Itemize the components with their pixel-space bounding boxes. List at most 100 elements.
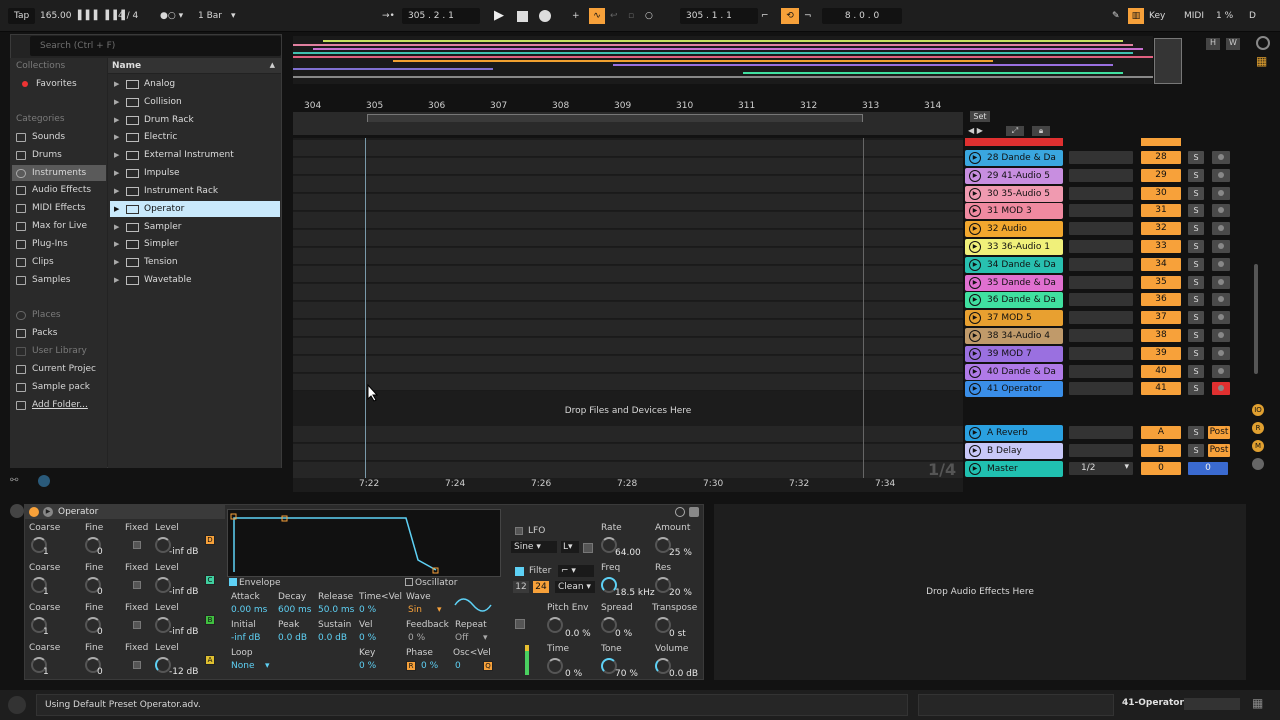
fixed-toggle[interactable] bbox=[133, 621, 141, 629]
list-item[interactable]: ▶ Analog bbox=[110, 76, 280, 92]
sustain-value[interactable]: 0.0 dB bbox=[318, 633, 347, 643]
arm-button[interactable] bbox=[1212, 222, 1230, 236]
beat-ruler[interactable]: 304 305 306 307 308 309 310 311 312 313 314 bbox=[293, 98, 963, 112]
quantize-dropdown[interactable]: 1 Bar bbox=[198, 8, 222, 24]
track-number[interactable]: 38 bbox=[1141, 329, 1181, 342]
track-activator-icon[interactable]: ▶ bbox=[969, 427, 981, 439]
list-item[interactable]: ▶ Sampler bbox=[110, 219, 280, 235]
wave-dropdown[interactable]: Sin bbox=[408, 605, 422, 615]
keyboard-icon[interactable]: ▥ bbox=[1128, 8, 1144, 24]
feedback-value[interactable]: 0 % bbox=[408, 633, 425, 643]
add-folder-link[interactable]: Add Folder... bbox=[16, 397, 106, 413]
level-value[interactable]: -inf dB bbox=[169, 627, 198, 637]
track-header[interactable]: ▶ 32 Audio bbox=[965, 221, 1063, 238]
track-activator-icon[interactable]: ▶ bbox=[969, 294, 981, 307]
sidebar-item-plug-ins[interactable]: Plug-Ins bbox=[16, 236, 106, 252]
track-number[interactable]: 33 bbox=[1141, 240, 1181, 253]
solo-button[interactable]: S bbox=[1188, 151, 1204, 164]
oscillator-select-button[interactable]: C bbox=[205, 575, 215, 585]
arm-button[interactable] bbox=[1212, 364, 1230, 378]
delay-toggle-icon[interactable] bbox=[1252, 458, 1264, 470]
track-number[interactable]: 34 bbox=[1141, 257, 1181, 271]
track-activator-icon[interactable]: ▶ bbox=[969, 258, 981, 271]
master-volume-field[interactable]: 0 bbox=[1141, 462, 1181, 475]
time-signature-field[interactable]: 4 / 4 bbox=[118, 8, 138, 24]
track-number[interactable]: 39 bbox=[1141, 346, 1181, 360]
oscillator-select-button[interactable]: A bbox=[205, 655, 215, 665]
play-icon[interactable]: ▶ bbox=[494, 8, 504, 24]
track-activator-icon[interactable]: ▶ bbox=[969, 312, 981, 325]
spread-value[interactable]: 0 % bbox=[615, 629, 632, 639]
track-activator-icon[interactable]: ▶ bbox=[969, 205, 981, 218]
mini-overview[interactable] bbox=[1184, 698, 1240, 710]
h-button[interactable]: H bbox=[1206, 38, 1220, 50]
repeat-chevron-icon[interactable]: ▾ bbox=[483, 633, 488, 643]
solo-button[interactable]: S bbox=[1188, 426, 1204, 439]
automation-arm-icon[interactable]: ∿ bbox=[589, 8, 605, 24]
w-button[interactable]: W bbox=[1226, 38, 1240, 50]
punch-out-icon[interactable]: ¬ bbox=[804, 8, 812, 24]
track-activator-icon[interactable]: ▶ bbox=[969, 223, 981, 236]
solo-button[interactable]: S bbox=[1188, 444, 1204, 457]
track-activator-icon[interactable]: ▶ bbox=[969, 276, 981, 289]
envelope-tab-icon[interactable] bbox=[229, 578, 237, 586]
key-value[interactable]: 0 % bbox=[359, 661, 376, 671]
track-header[interactable]: ▶ 38 34-Audio 4 bbox=[965, 328, 1063, 344]
filter-12db-button[interactable]: 12 bbox=[513, 581, 529, 593]
track-header[interactable]: ▶ 36 Dande & Da bbox=[965, 292, 1063, 309]
lock-icon[interactable]: 🔒︎ bbox=[1032, 126, 1050, 136]
link-icon[interactable]: ⚯ bbox=[10, 475, 28, 489]
phase-value[interactable]: 0 % bbox=[421, 661, 438, 671]
arm-button[interactable] bbox=[1212, 168, 1230, 182]
drop-audio-effects-area[interactable]: Drop Audio Effects Here bbox=[714, 504, 1246, 680]
rate-value[interactable]: 64.00 bbox=[615, 548, 641, 558]
solo-button[interactable]: S bbox=[1188, 329, 1204, 342]
pitch-env-value[interactable]: 0.0 % bbox=[565, 629, 591, 639]
track-number[interactable]: 37 bbox=[1141, 311, 1181, 325]
fixed-toggle[interactable] bbox=[133, 541, 141, 549]
envelope-tab[interactable]: Envelope bbox=[239, 578, 281, 588]
wave-chevron-icon[interactable]: ▾ bbox=[437, 605, 442, 615]
list-item[interactable]: ▶ Impulse bbox=[110, 165, 280, 181]
sidebar-item-sample-pack[interactable]: Sample pack bbox=[16, 379, 106, 395]
solo-button[interactable]: S bbox=[1188, 382, 1204, 396]
track-number[interactable]: 40 bbox=[1141, 364, 1181, 378]
list-item[interactable]: ▶ Tension bbox=[110, 254, 280, 270]
track-header[interactable]: ▶ 41 Operator bbox=[965, 381, 1063, 398]
device-hotswap-icon[interactable] bbox=[675, 507, 685, 517]
track-header[interactable]: ▶ 37 MOD 5 bbox=[965, 310, 1063, 327]
solo-button[interactable]: S bbox=[1188, 275, 1204, 289]
track-activator-icon[interactable]: ▶ bbox=[969, 347, 981, 360]
device-activator-icon[interactable] bbox=[29, 507, 39, 517]
master-pan-field[interactable]: 0 bbox=[1188, 462, 1228, 475]
midi-map-button[interactable]: MIDI bbox=[1184, 8, 1204, 24]
list-item[interactable]: ▶ Simpler bbox=[110, 236, 280, 252]
solo-button[interactable]: S bbox=[1188, 222, 1204, 236]
track-number[interactable]: 41 bbox=[1141, 382, 1181, 396]
arm-button[interactable] bbox=[1212, 346, 1230, 360]
solo-button[interactable]: S bbox=[1188, 204, 1204, 218]
retrigger-button[interactable]: R bbox=[406, 661, 416, 671]
device-fold-icon[interactable] bbox=[10, 504, 24, 518]
track-number[interactable]: 30 bbox=[1141, 186, 1181, 200]
time-vel-value[interactable]: 0 % bbox=[359, 605, 376, 615]
sidebar-item-drums[interactable]: Drums bbox=[16, 147, 106, 163]
lfo-range-dropdown[interactable]: L▾ bbox=[561, 541, 579, 553]
oscillator-tab[interactable]: Oscillator bbox=[415, 578, 457, 588]
level-value[interactable]: -inf dB bbox=[169, 547, 198, 557]
track-activator-icon[interactable]: ▶ bbox=[969, 463, 981, 475]
metronome-icon[interactable]: ●○ ▾ bbox=[160, 8, 183, 24]
loop-mode-dropdown[interactable]: None bbox=[231, 661, 254, 671]
fine-value[interactable]: 0 bbox=[97, 587, 103, 597]
arrangement-position-field[interactable]: 305 . 2 . 1 bbox=[402, 8, 480, 24]
repeat-dropdown[interactable]: Off bbox=[455, 633, 468, 643]
track-number[interactable]: 28 bbox=[1141, 151, 1181, 164]
oscillator-select-button[interactable]: D bbox=[205, 535, 215, 545]
post-button[interactable]: Post bbox=[1208, 426, 1230, 439]
pitch-env-toggle[interactable] bbox=[515, 619, 525, 629]
track-number[interactable]: 35 bbox=[1141, 275, 1181, 289]
grid-menu-icon[interactable]: ▦ bbox=[1256, 54, 1270, 68]
track-header[interactable]: ▶ 34 Dande & Da bbox=[965, 256, 1063, 273]
follow-icon[interactable]: →• bbox=[382, 8, 395, 24]
returns-toggle-icon[interactable]: R bbox=[1252, 422, 1264, 434]
